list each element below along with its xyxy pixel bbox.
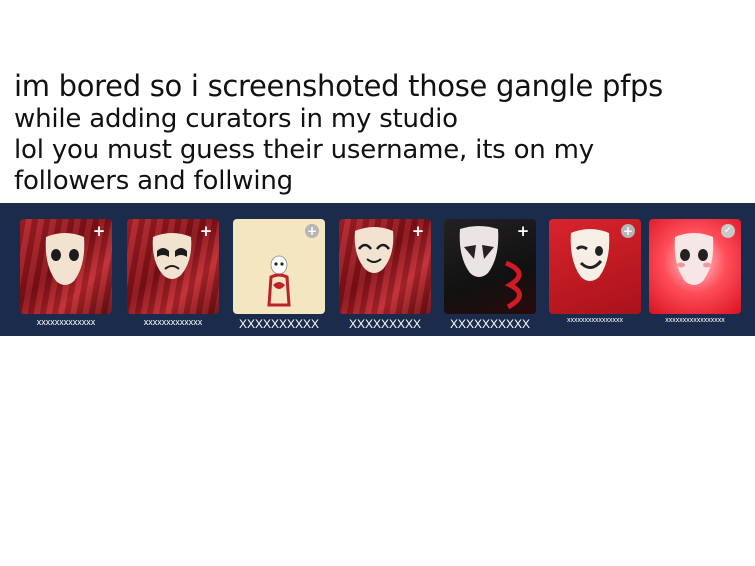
curator-card[interactable]: ✓ xxxxxxxxxxxxxxxxx bbox=[649, 219, 741, 324]
curator-username[interactable]: XXXXXXXXXX bbox=[227, 317, 331, 331]
avatar[interactable]: + bbox=[339, 219, 431, 314]
plus-icon[interactable]: + bbox=[199, 224, 213, 239]
small-figure-avatar-image bbox=[267, 255, 291, 307]
avatar[interactable]: + bbox=[233, 219, 325, 314]
curator-card[interactable]: + xxxxxxxxxxxxx bbox=[127, 219, 219, 327]
curator-username[interactable]: XXXXXXXXX bbox=[333, 317, 437, 331]
avatar[interactable]: + bbox=[549, 219, 641, 314]
avatar[interactable]: ✓ bbox=[649, 219, 741, 314]
curator-card[interactable]: + XXXXXXXXXX bbox=[233, 219, 325, 331]
curator-card[interactable]: + XXXXXXXXX bbox=[339, 219, 431, 331]
avatar[interactable]: + bbox=[20, 219, 112, 314]
avatar[interactable]: + bbox=[127, 219, 219, 314]
curator-username[interactable]: xxxxxxxxxxxxxxxx bbox=[543, 317, 647, 324]
ribbon-decoration bbox=[504, 260, 522, 309]
curator-username[interactable]: xxxxxxxxxxxxxxxxx bbox=[643, 317, 747, 324]
plus-icon[interactable]: + bbox=[516, 224, 530, 239]
curator-username[interactable]: XXXXXXXXXX bbox=[438, 317, 542, 331]
caption-line-4: followers and follwing bbox=[14, 166, 293, 196]
caption: im bored so i screenshoted those gangle … bbox=[14, 68, 749, 197]
curator-username[interactable]: xxxxxxxxxxxxx bbox=[14, 317, 118, 327]
mask-avatar-image bbox=[459, 226, 499, 277]
check-circle-icon[interactable]: ✓ bbox=[721, 224, 735, 238]
mask-avatar-image bbox=[152, 233, 192, 279]
curator-card[interactable]: + xxxxxxxxxxxxxxxx bbox=[549, 219, 641, 324]
plus-circle-icon[interactable]: + bbox=[621, 224, 635, 238]
plus-icon[interactable]: + bbox=[411, 224, 425, 239]
caption-line-2: while adding curators in my studio bbox=[14, 104, 458, 134]
curator-card[interactable]: + xxxxxxxxxxxxx bbox=[20, 219, 112, 327]
mask-avatar-image bbox=[45, 233, 85, 285]
plus-circle-icon[interactable]: + bbox=[305, 224, 319, 238]
mask-avatar-image bbox=[570, 229, 610, 281]
caption-line-3: lol you must guess their username, its o… bbox=[14, 135, 594, 165]
avatar[interactable]: + bbox=[444, 219, 536, 314]
mask-avatar-image bbox=[674, 233, 714, 285]
mask-avatar-image bbox=[354, 227, 394, 273]
curator-card[interactable]: + XXXXXXXXXX bbox=[444, 219, 536, 331]
plus-icon[interactable]: + bbox=[92, 224, 106, 239]
caption-line-1: im bored so i screenshoted those gangle … bbox=[14, 69, 663, 103]
curator-username[interactable]: xxxxxxxxxxxxx bbox=[121, 317, 225, 327]
curator-strip: + xxxxxxxxxxxxx + xxxxxxxxxxxxx + XXXXXX… bbox=[0, 203, 755, 336]
